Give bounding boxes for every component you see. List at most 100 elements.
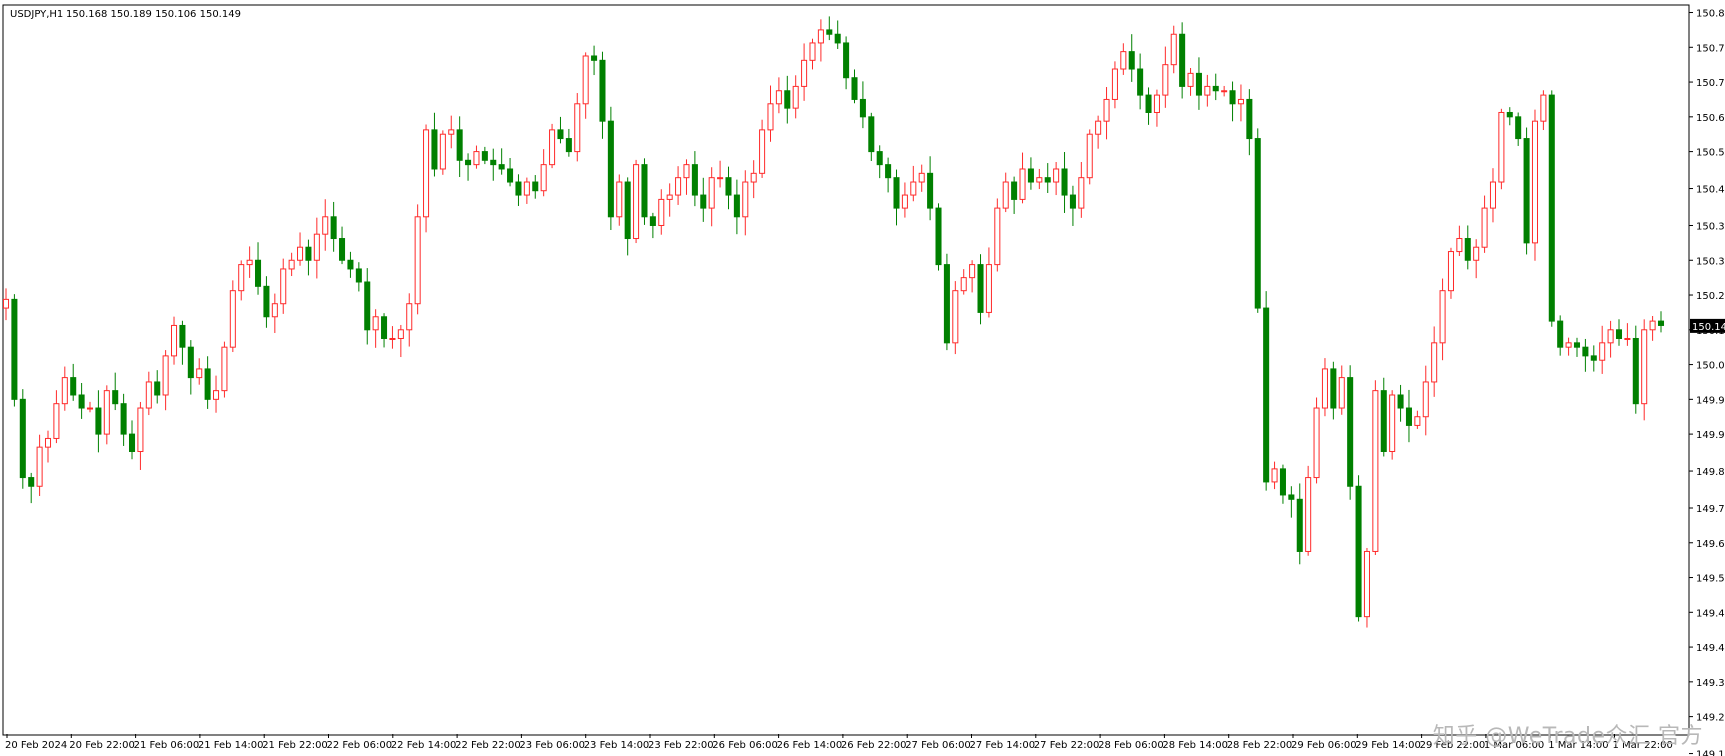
candle-body-up [1649, 320, 1656, 331]
candle [322, 199, 329, 251]
candle [498, 148, 505, 175]
candle [1137, 53, 1144, 110]
candle [1481, 195, 1488, 253]
candle-body-up [1187, 72, 1194, 87]
candle [1548, 90, 1555, 327]
candle-body-up [44, 437, 52, 448]
candle-body-up [61, 377, 68, 405]
candle-body-up [1162, 64, 1169, 96]
candle [145, 371, 152, 416]
candle-body-down [1548, 94, 1555, 322]
candle-body-up [246, 259, 253, 266]
candle [171, 316, 178, 365]
candle-body-up [1120, 51, 1127, 70]
candle [801, 43, 808, 101]
candle [641, 158, 648, 225]
candle [456, 116, 463, 177]
candle-body-up [910, 181, 917, 196]
candle-body-down [1195, 72, 1202, 96]
candle [238, 260, 245, 301]
candle-body-up [1540, 94, 1547, 122]
candle [784, 75, 791, 124]
x-tick-label: 22 Feb 06:00 [327, 740, 393, 751]
candle [481, 146, 488, 165]
candle [591, 45, 598, 76]
x-tick-label: 28 Feb 22:00 [1227, 740, 1293, 751]
candle-body-up [36, 446, 43, 487]
candle-body-down [1279, 468, 1286, 496]
candle [128, 420, 136, 460]
candle [1036, 168, 1043, 190]
candle [691, 151, 698, 207]
candle [154, 370, 161, 404]
candle [1187, 68, 1194, 96]
candle [1657, 311, 1665, 333]
candle-body-up [1019, 168, 1026, 200]
candle [490, 148, 497, 181]
candle [977, 254, 984, 325]
candle-body-down [431, 129, 438, 170]
candle-body-up [288, 259, 295, 270]
candle-body-down [935, 207, 942, 266]
candle [103, 385, 110, 445]
y-tick-label: 150.300 [1696, 256, 1725, 267]
candle [675, 166, 682, 205]
candle [1405, 389, 1412, 443]
candle [607, 106, 614, 230]
candle [473, 145, 480, 169]
candle [19, 389, 26, 489]
candle [1363, 547, 1370, 628]
candle [960, 269, 967, 295]
candle-body-up [675, 177, 682, 196]
candle [1044, 163, 1051, 193]
candle [927, 156, 934, 221]
candle [666, 183, 673, 217]
chart[interactable]: USDJPY,H1 150.168 150.189 150.106 150.14… [0, 0, 1725, 756]
candle-body-down [1229, 90, 1236, 105]
candle [540, 149, 547, 197]
candle-body-down [1523, 138, 1530, 244]
candle [137, 401, 144, 470]
candle [44, 430, 52, 463]
candle-body-up [969, 264, 976, 279]
candle [364, 268, 371, 345]
candle [1179, 22, 1186, 99]
candle-body-down [1615, 329, 1623, 339]
x-tick-label: 23 Feb 06:00 [519, 740, 585, 751]
candle [507, 157, 514, 187]
candle-body-down [1347, 377, 1354, 487]
candle-body-up [145, 381, 152, 409]
candle [36, 434, 43, 496]
x-tick-label: 20 Feb 2024 [5, 740, 67, 751]
x-tick-label: 20 Feb 22:00 [69, 740, 135, 751]
candle [523, 177, 530, 204]
candle [355, 262, 362, 292]
x-tick-label: 22 Feb 14:00 [391, 740, 457, 751]
candle-body-down [1464, 238, 1471, 261]
candle-body-down [641, 164, 648, 218]
candle-body-down [565, 138, 572, 153]
candle-body-down [725, 177, 732, 196]
x-tick-label: 27 Feb 22:00 [1034, 740, 1100, 751]
candle-body-down [78, 394, 85, 409]
candle-body-down [507, 168, 514, 183]
candle-body-up [448, 129, 455, 135]
candle [389, 326, 396, 349]
candle [1195, 57, 1202, 110]
y-tick-label: 149.410 [1696, 643, 1725, 654]
x-tick-label: 27 Feb 14:00 [970, 740, 1036, 751]
candle [431, 112, 438, 177]
candle [1288, 486, 1295, 518]
candle [1573, 337, 1581, 357]
candlestick-chart[interactable]: USDJPY,H1 150.168 150.189 150.106 150.14… [0, 0, 1725, 756]
candle [1347, 365, 1354, 500]
candle [1069, 185, 1076, 226]
candle-body-up [1078, 177, 1085, 209]
candle-body-down [128, 433, 136, 452]
candle [859, 81, 866, 129]
candle-body-down [263, 285, 270, 318]
candle-body-down [1263, 307, 1270, 483]
candle [1120, 43, 1127, 75]
y-tick-label: 149.980 [1696, 395, 1725, 406]
candle-body-down [893, 177, 900, 209]
